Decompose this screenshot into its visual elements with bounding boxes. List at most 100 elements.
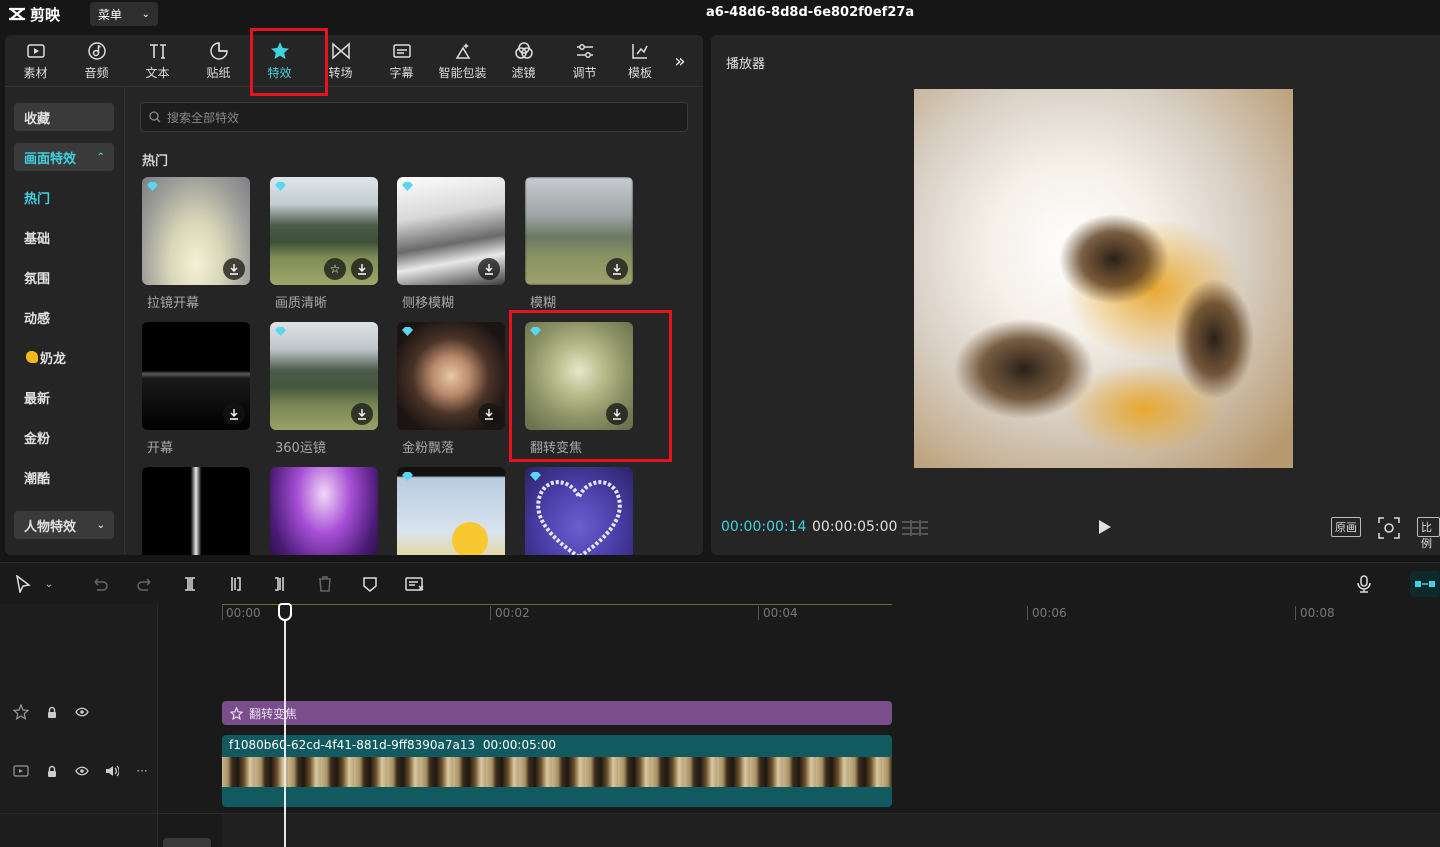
nailong-icon	[26, 351, 38, 363]
effect-card-side-blur[interactable]	[397, 177, 505, 285]
lock-icon[interactable]	[44, 763, 60, 779]
category-item-gold[interactable]: 金粉	[14, 423, 114, 451]
effect-card-360-camera[interactable]	[270, 322, 378, 430]
lock-icon[interactable]	[44, 704, 60, 720]
more-options-icon[interactable]: ···	[134, 763, 150, 779]
effect-label: 拉镜开幕	[147, 296, 200, 311]
highlight-flip-zoom-card	[509, 310, 672, 462]
app-logo: 剪映	[8, 4, 60, 24]
category-item-basic[interactable]: 基础	[14, 223, 114, 251]
filter-icon	[514, 42, 533, 59]
effect-card-light-strip[interactable]	[142, 467, 250, 555]
effect-card-blur[interactable]	[525, 177, 633, 285]
search-input[interactable]: 搜索全部特效	[140, 102, 688, 132]
fullscreen-focus-icon[interactable]	[1378, 517, 1400, 539]
eye-icon[interactable]	[74, 704, 90, 720]
tab-label: 素材	[23, 66, 48, 80]
category-label: 潮酷	[24, 471, 51, 487]
download-icon[interactable]	[478, 403, 500, 425]
tab-adjust[interactable]: 调节	[554, 35, 615, 87]
ruler-tick-label: 00:02	[495, 606, 530, 620]
select-cursor-icon[interactable]	[12, 573, 34, 595]
tab-filter[interactable]: 滤镜	[493, 35, 554, 87]
tab-label: 滤镜	[511, 66, 536, 80]
main-track-magnet-toggle[interactable]	[1410, 571, 1440, 597]
eye-icon[interactable]	[74, 763, 90, 779]
video-preview[interactable]	[914, 89, 1293, 468]
timeline-toolbar: ⌄	[0, 562, 1440, 604]
split-icon[interactable]	[179, 573, 201, 595]
timecode-grid-icon[interactable]	[901, 519, 929, 537]
player-panel: 播放器 00:00:00:14 00:00:05:00 原画 比例	[711, 35, 1440, 555]
undo-icon[interactable]	[89, 573, 111, 595]
aspect-ratio-button[interactable]: 比例	[1417, 517, 1440, 550]
video-clip[interactable]: f1080b60-62cd-4f41-881d-9ff8390a7a13 00:…	[222, 735, 892, 807]
highlight-effects-tab	[250, 28, 328, 96]
effect-label: 开幕	[147, 441, 174, 456]
category-label: 动感	[24, 311, 51, 327]
effect-label: 360运镜	[275, 441, 326, 456]
tab-smart-package[interactable]: 智能包装	[432, 35, 493, 87]
download-icon[interactable]	[606, 258, 628, 280]
download-icon[interactable]	[478, 258, 500, 280]
tab-media[interactable]: 素材	[5, 35, 66, 87]
category-person-effects[interactable]: 人物特效 ⌄	[14, 511, 114, 539]
download-icon[interactable]	[351, 403, 373, 425]
tab-template[interactable]: 模板	[615, 35, 665, 87]
category-item-nailong[interactable]: 奶龙	[14, 343, 114, 371]
category-label: 氛围	[24, 271, 51, 287]
playhead-handle[interactable]	[278, 603, 292, 621]
timeline-ruler-line	[222, 604, 892, 605]
category-item-cool[interactable]: 潮酷	[14, 463, 114, 491]
category-screen-effects[interactable]: 画面特效 ⌃	[14, 143, 114, 171]
trash-icon[interactable]	[314, 573, 336, 595]
effect-card-quality-clear[interactable]: ☆	[270, 177, 378, 285]
category-item-dynamic[interactable]: 动感	[14, 303, 114, 331]
tab-audio[interactable]: 音频	[66, 35, 127, 87]
category-item-hot[interactable]: 热门	[14, 183, 114, 211]
search-icon	[149, 111, 161, 123]
menu-button[interactable]: 菜单 ⌄	[90, 2, 158, 26]
category-item-atmosphere[interactable]: 氛围	[14, 263, 114, 291]
star-icon[interactable]: ☆	[324, 258, 346, 280]
timeline-scrollbar[interactable]	[163, 838, 211, 847]
chevron-down-icon[interactable]: ⌄	[42, 573, 56, 595]
download-icon[interactable]	[351, 258, 373, 280]
effect-card-curtain-open[interactable]	[142, 322, 250, 430]
playhead-line[interactable]	[284, 603, 286, 847]
effect-card-film-frame[interactable]	[397, 467, 505, 555]
chevron-up-icon: ⌃	[96, 151, 105, 163]
category-sidebar: 收藏 画面特效 ⌃ 热门 基础 氛围 动感 奶龙 最新 金粉 潮酷 人物特效 ⌄	[5, 87, 125, 555]
more-tabs-button[interactable]: »	[665, 35, 695, 87]
ruler-tick-label: 00:04	[763, 606, 798, 620]
download-icon[interactable]	[223, 403, 245, 425]
category-item-newest[interactable]: 最新	[14, 383, 114, 411]
play-icon[interactable]	[1094, 517, 1114, 537]
auto-caption-icon[interactable]	[404, 573, 426, 595]
tab-label: 转场	[328, 66, 353, 80]
effect-card-gold-dust[interactable]	[397, 322, 505, 430]
effect-label: 画质清晰	[275, 296, 328, 311]
effect-card-pull-open[interactable]	[142, 177, 250, 285]
timeline-area[interactable]	[0, 604, 1440, 847]
effect-card-pixel-heart[interactable]	[525, 467, 633, 555]
effect-thumbnail	[397, 467, 505, 555]
audio-track-area[interactable]	[222, 814, 1440, 847]
marker-shield-icon[interactable]	[359, 573, 381, 595]
caption-icon	[392, 44, 411, 58]
volume-icon[interactable]	[104, 763, 120, 779]
tab-label: 字幕	[389, 66, 414, 80]
effect-clip[interactable]: 翻转变焦	[222, 701, 892, 725]
redo-icon[interactable]	[134, 573, 156, 595]
tab-sticker[interactable]: 贴纸	[188, 35, 249, 87]
download-icon[interactable]	[223, 258, 245, 280]
effect-card-concert[interactable]	[270, 467, 378, 555]
category-favorites[interactable]: 收藏	[14, 103, 114, 131]
tab-text[interactable]: 文本	[127, 35, 188, 87]
delete-left-icon[interactable]	[224, 573, 246, 595]
original-quality-button[interactable]: 原画	[1331, 517, 1361, 537]
delete-right-icon[interactable]	[269, 573, 291, 595]
microphone-icon[interactable]	[1353, 573, 1375, 595]
tab-caption[interactable]: 字幕	[371, 35, 432, 87]
current-time: 00:00:00:14	[721, 519, 807, 535]
